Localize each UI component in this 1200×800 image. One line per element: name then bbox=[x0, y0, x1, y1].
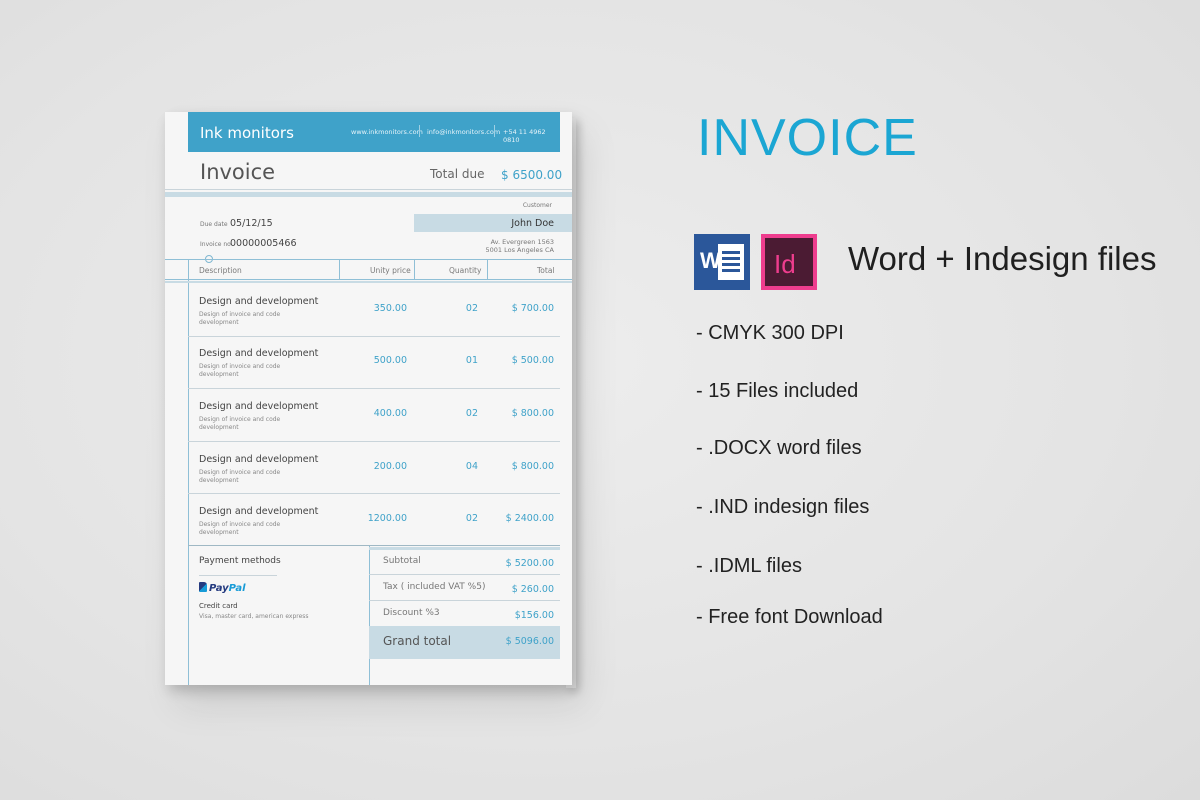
item-unit-price: 400.00 bbox=[373, 408, 407, 419]
item-description: Design and development bbox=[199, 401, 319, 412]
tax-value: $ 260.00 bbox=[511, 584, 554, 595]
column-header-unity-price: Unity price bbox=[370, 266, 411, 275]
guide-line-summary bbox=[369, 545, 370, 685]
customer-address-line2: 5001 Los Angeles CA bbox=[485, 246, 554, 254]
column-header-quantity: Quantity bbox=[449, 266, 482, 275]
payment-underline bbox=[199, 575, 277, 576]
brand-name: Ink monitors bbox=[200, 124, 294, 142]
customer-bar: John Doe bbox=[414, 214, 572, 232]
feature-item: - Free font Download bbox=[696, 606, 883, 628]
table-row: Design and development Design of invoice… bbox=[188, 495, 560, 547]
item-quantity: 02 bbox=[465, 408, 478, 419]
item-description: Design and development bbox=[199, 506, 319, 517]
item-subtext: Design of invoice and code development bbox=[199, 521, 281, 536]
grand-total-value: $ 5096.00 bbox=[505, 636, 554, 647]
row-divider bbox=[188, 493, 560, 494]
total-due-label: Total due bbox=[430, 167, 485, 181]
table-bottom-divider bbox=[188, 545, 560, 546]
discount-value: $156.00 bbox=[514, 610, 554, 621]
title-band bbox=[165, 192, 572, 197]
table-row: Design and development Design of invoice… bbox=[188, 337, 560, 389]
item-total: $ 700.00 bbox=[511, 303, 554, 314]
table-row: Design and development Design of invoice… bbox=[188, 285, 560, 337]
indesign-icon: Id bbox=[761, 234, 817, 290]
table-header-bottom bbox=[165, 279, 572, 280]
customer-name: John Doe bbox=[511, 218, 554, 229]
item-quantity: 02 bbox=[465, 513, 478, 524]
item-description: Design and development bbox=[199, 454, 319, 465]
payment-methods-title: Payment methods bbox=[199, 556, 281, 566]
table-row: Design and development Design of invoice… bbox=[188, 443, 560, 495]
header-divider bbox=[419, 125, 420, 137]
invoice-no-label: Invoice no bbox=[200, 241, 231, 248]
brand-website: www.inkmonitors.com bbox=[351, 128, 423, 136]
summary-band bbox=[369, 547, 560, 550]
feature-item: - .IDML files bbox=[696, 555, 802, 577]
header-divider bbox=[494, 125, 495, 137]
customer-label: Customer bbox=[522, 202, 552, 209]
grand-total-bar: Grand total $ 5096.00 bbox=[369, 626, 560, 659]
item-unit-price: 500.00 bbox=[373, 355, 407, 366]
divider bbox=[165, 189, 572, 190]
feature-item: - CMYK 300 DPI bbox=[696, 322, 844, 344]
paypal-icon bbox=[199, 582, 207, 592]
due-date-label: Due date bbox=[200, 221, 228, 228]
item-description: Design and development bbox=[199, 296, 319, 307]
discount-label: Discount %3 bbox=[383, 608, 440, 618]
invoice-document: Ink monitors www.inkmonitors.com info@in… bbox=[165, 112, 572, 685]
item-subtext: Design of invoice and code development bbox=[199, 311, 281, 326]
column-divider bbox=[414, 259, 415, 279]
total-due-value: $ 6500.00 bbox=[501, 168, 563, 182]
file-formats-heading: Word + Indesign files bbox=[848, 240, 1157, 277]
invoice-no-value: 00000005466 bbox=[230, 238, 297, 249]
column-header-total: Total bbox=[537, 266, 555, 275]
indesign-icon-letters: Id bbox=[774, 249, 796, 279]
table-row: Design and development Design of invoice… bbox=[188, 390, 560, 442]
item-subtext: Design of invoice and code development bbox=[199, 363, 281, 378]
credit-card-types: Visa, master card, american express bbox=[199, 613, 309, 620]
due-date-value: 05/12/15 bbox=[230, 218, 273, 229]
feature-item: - .DOCX word files bbox=[696, 437, 862, 459]
item-unit-price: 350.00 bbox=[373, 303, 407, 314]
row-divider bbox=[188, 441, 560, 442]
brand-email: info@inkmonitors.com bbox=[427, 128, 501, 136]
promo-title: INVOICE bbox=[697, 109, 918, 167]
item-unit-price: 1200.00 bbox=[367, 513, 407, 524]
item-subtext: Design of invoice and code development bbox=[199, 469, 281, 484]
paypal-logo: PayPal bbox=[199, 582, 246, 594]
item-description: Design and development bbox=[199, 348, 319, 359]
summary-divider bbox=[369, 574, 560, 575]
column-divider bbox=[339, 259, 340, 279]
table-header-top bbox=[165, 259, 572, 260]
row-divider bbox=[188, 388, 560, 389]
subtotal-value: $ 5200.00 bbox=[505, 558, 554, 569]
invoice-title: Invoice bbox=[200, 160, 276, 184]
item-unit-price: 200.00 bbox=[373, 461, 407, 472]
item-quantity: 04 bbox=[465, 461, 478, 472]
brand-header: Ink monitors www.inkmonitors.com info@in… bbox=[188, 112, 560, 152]
table-header-band bbox=[165, 281, 572, 283]
item-quantity: 01 bbox=[465, 355, 478, 366]
column-header-description: Description bbox=[199, 266, 242, 275]
item-subtext: Design of invoice and code development bbox=[199, 416, 281, 431]
feature-item: - 15 Files included bbox=[696, 380, 859, 402]
item-total: $ 500.00 bbox=[511, 355, 554, 366]
word-icon-letter: W bbox=[700, 248, 721, 273]
subtotal-label: Subtotal bbox=[383, 556, 421, 566]
customer-address-line1: Av. Evergreen 1563 bbox=[490, 238, 554, 246]
column-divider bbox=[487, 259, 488, 279]
credit-card-title: Credit card bbox=[199, 602, 238, 610]
word-icon: W bbox=[694, 234, 750, 290]
brand-phone: +54 11 4962 0810 bbox=[503, 128, 546, 144]
item-total: $ 800.00 bbox=[511, 461, 554, 472]
item-quantity: 02 bbox=[465, 303, 478, 314]
tax-label: Tax ( included VAT %5) bbox=[383, 582, 486, 592]
item-total: $ 2400.00 bbox=[505, 513, 554, 524]
summary-divider bbox=[369, 600, 560, 601]
feature-item: - .IND indesign files bbox=[696, 496, 870, 518]
grand-total-label: Grand total bbox=[383, 634, 452, 648]
item-total: $ 800.00 bbox=[511, 408, 554, 419]
